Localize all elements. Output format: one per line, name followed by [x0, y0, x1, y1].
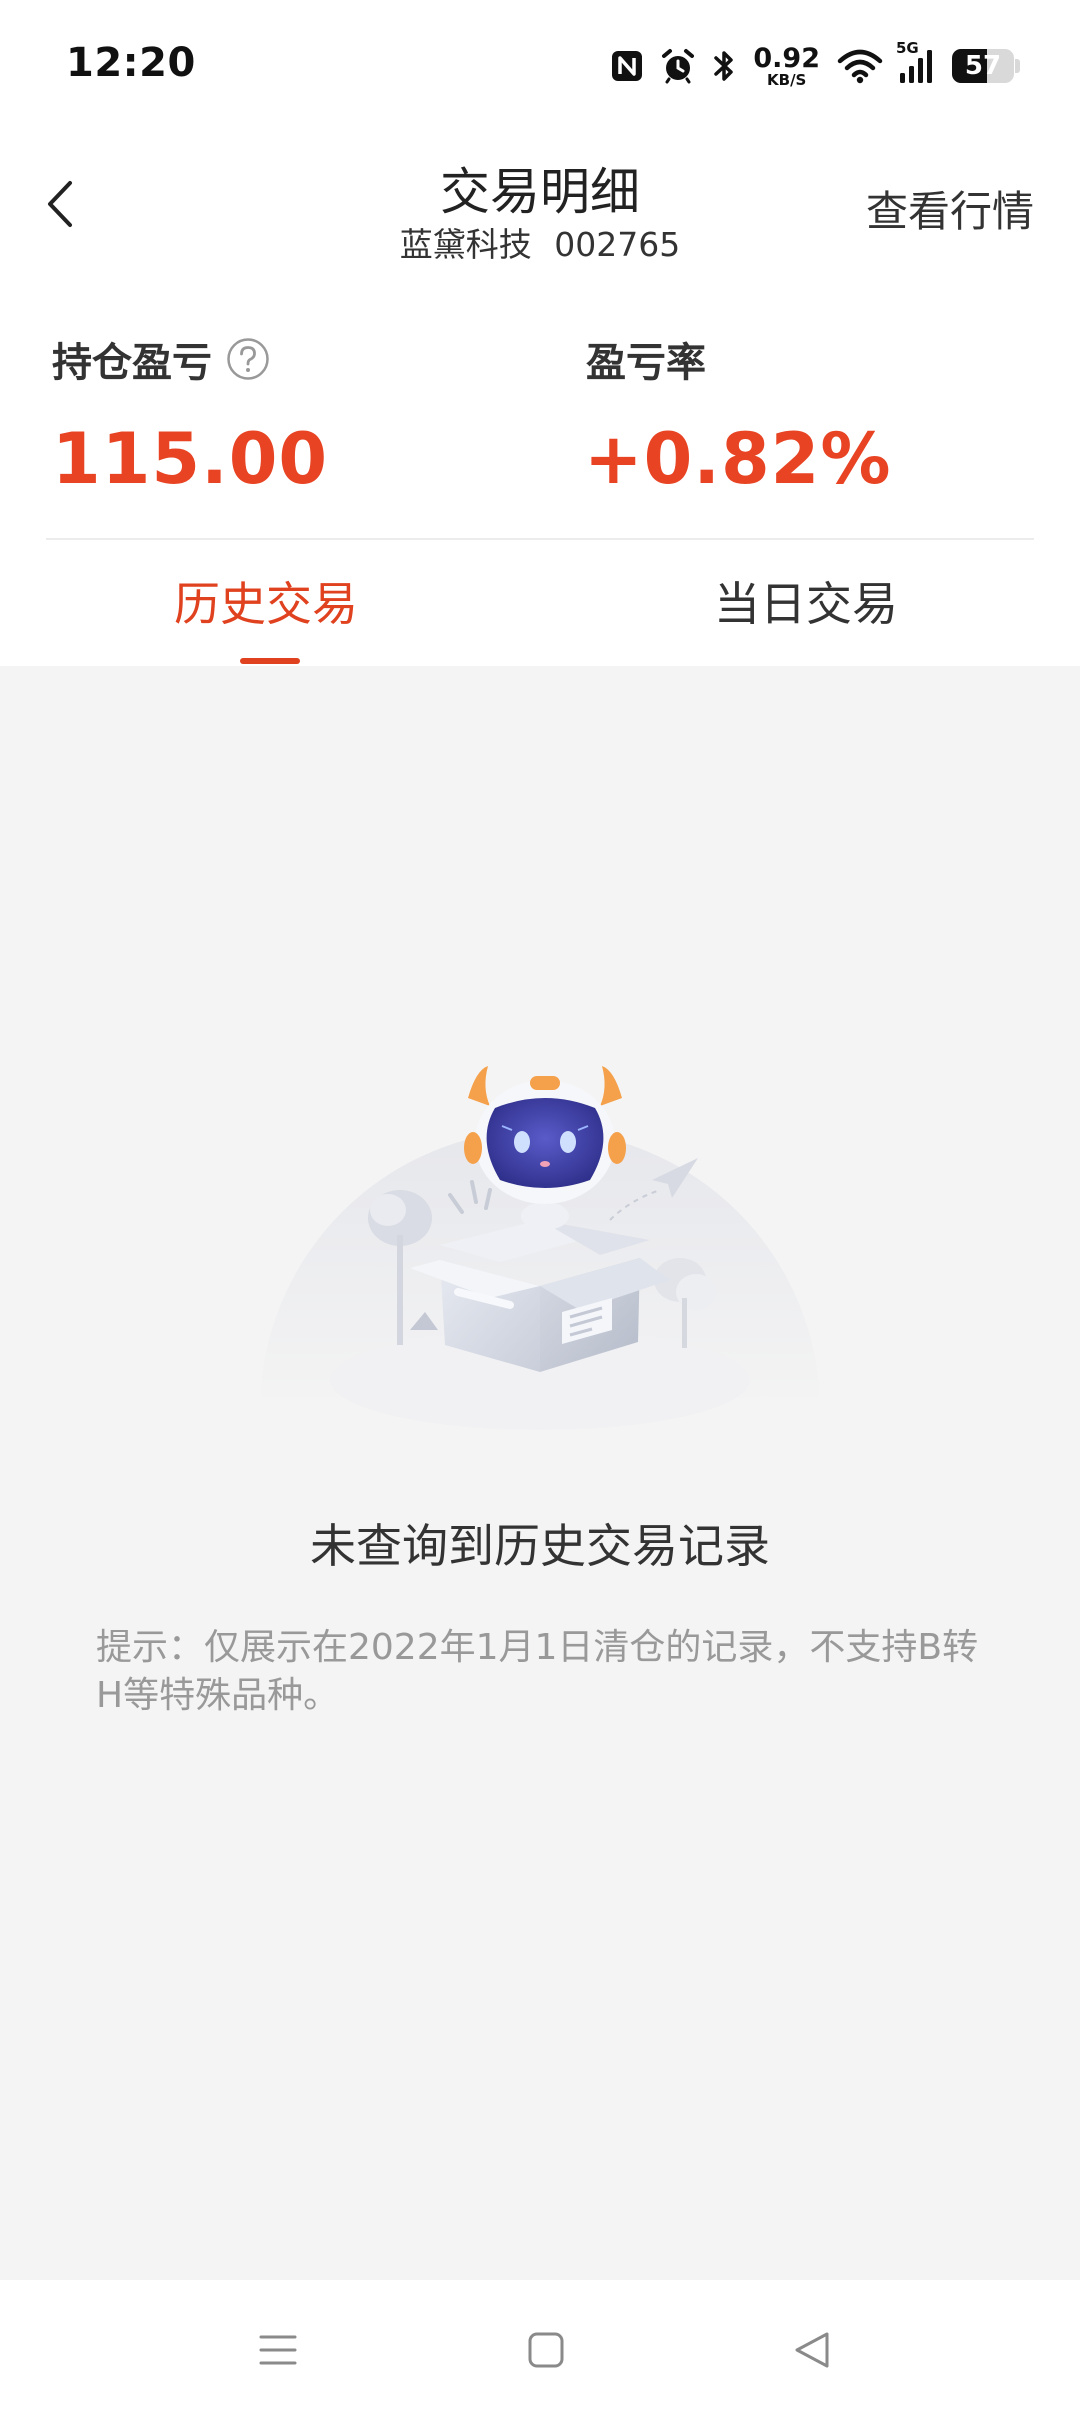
status-bar: 12:20 0.92 KB/S 5G 57	[0, 0, 1080, 130]
bluetooth-icon	[711, 47, 737, 85]
view-quote-button[interactable]: 查看行情	[866, 178, 1034, 239]
nav-recents-button[interactable]	[238, 2310, 318, 2390]
tab-history[interactable]: 历史交易	[174, 568, 358, 634]
nav-back-button[interactable]	[772, 2310, 852, 2390]
rate-label: 盈亏率	[586, 340, 706, 386]
empty-box-robot-illustration	[260, 1066, 820, 1430]
battery-icon: 57	[952, 49, 1020, 83]
status-icons: 0.92 KB/S 5G 57	[609, 39, 1020, 88]
net-speed-value: 0.92	[753, 42, 820, 74]
status-time: 12:20	[66, 40, 196, 86]
pl-label-group: 持仓盈亏	[52, 330, 270, 388]
pl-value: 115.00	[52, 418, 329, 500]
signal-icon: 5G	[896, 39, 938, 85]
help-icon[interactable]	[226, 337, 270, 381]
chevron-left-icon	[48, 181, 72, 227]
triangle-back-icon	[795, 2332, 829, 2368]
system-nav-bar	[0, 2280, 1080, 2412]
empty-state-title: 未查询到历史交易记录	[310, 1519, 770, 1573]
net-speed-unit: KB/S	[767, 70, 807, 89]
divider	[46, 538, 1034, 540]
back-button[interactable]	[30, 168, 90, 240]
net-speed: 0.92 KB/S	[753, 45, 820, 88]
alarm-icon	[659, 47, 697, 85]
square-icon	[528, 2332, 564, 2368]
menu-icon	[259, 2335, 297, 2365]
battery-level: 57	[964, 51, 1002, 81]
rate-value: +0.82%	[584, 418, 892, 500]
pl-label: 持仓盈亏	[52, 340, 212, 386]
tab-today[interactable]: 当日交易	[714, 568, 898, 634]
empty-state-hint: 提示：仅展示在2022年1月1日清仓的记录，不支持B转H等特殊品种。	[96, 1627, 979, 1716]
wifi-icon	[836, 47, 884, 85]
nav-home-button[interactable]	[506, 2310, 586, 2390]
nfc-icon	[609, 48, 645, 84]
active-tab-indicator	[240, 658, 300, 664]
network-type: 5G	[896, 39, 919, 57]
screen: 12:20 0.92 KB/S 5G 57 交易明细 蓝黛科技 002765 查…	[0, 0, 1080, 2412]
